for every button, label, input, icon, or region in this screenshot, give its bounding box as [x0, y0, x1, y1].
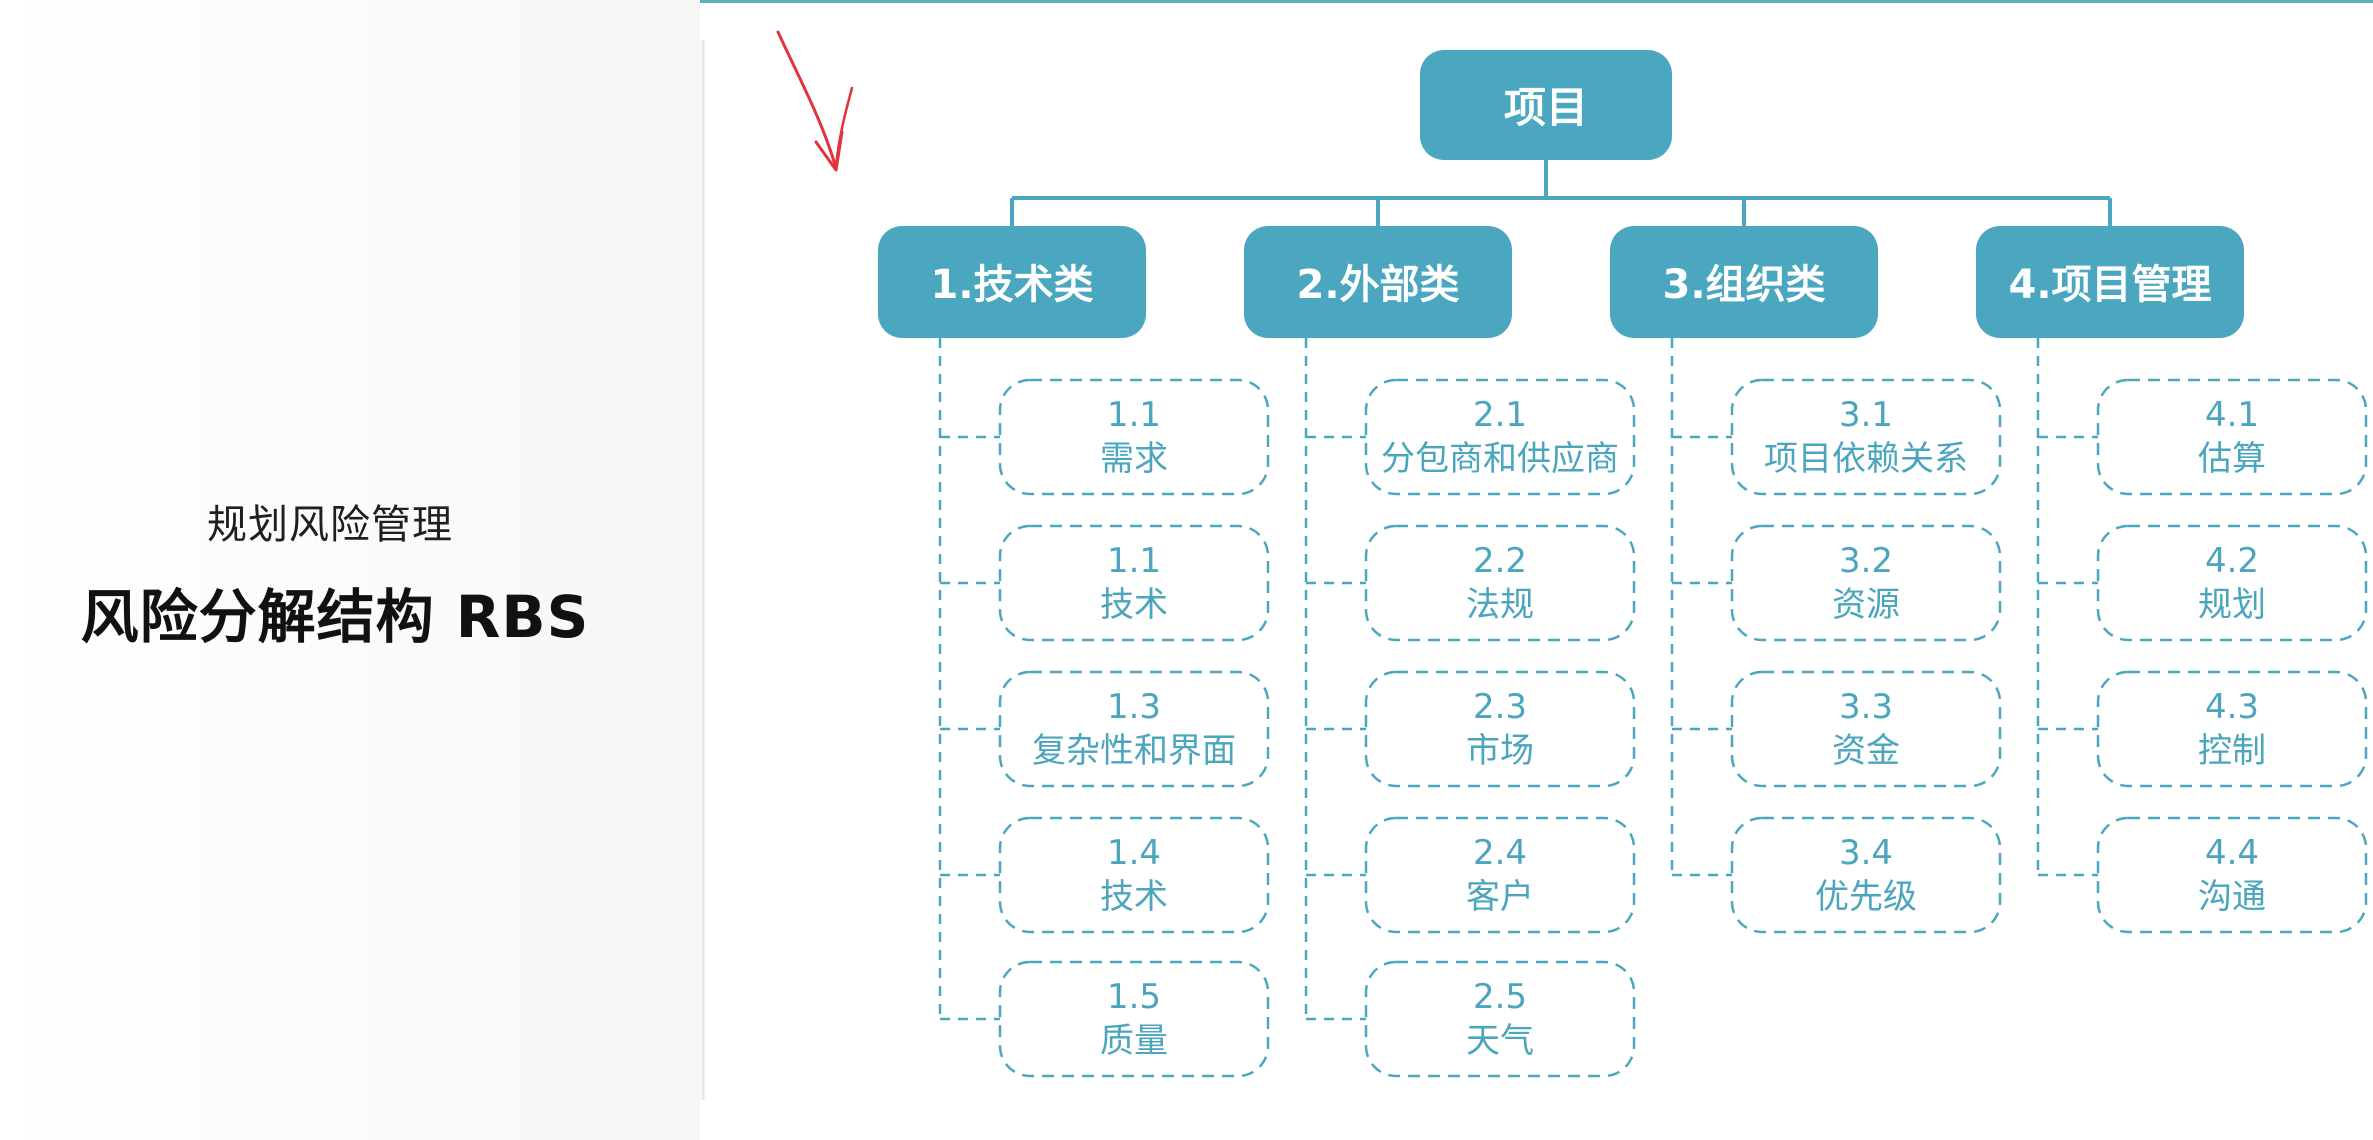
item-name: 技术 [1100, 877, 1168, 917]
item-name: 法规 [1466, 585, 1534, 625]
item-code: 2.1 [1473, 395, 1527, 435]
category-4: 4.项目管理 4.1估算 4.2规划 4.3控制 4.4沟通 [1976, 226, 2368, 934]
item-name: 资源 [1832, 585, 1900, 625]
item-code: 4.1 [2205, 395, 2259, 435]
item-name: 天气 [1466, 1021, 1534, 1061]
item-code: 4.3 [2205, 687, 2259, 727]
red-pen-arrow-annotation [776, 30, 854, 172]
item-code: 1.1 [1107, 395, 1161, 435]
risk-item: 3.3资金 [1672, 670, 2002, 788]
rbs-tree-diagram: 项目1.技术类1.1需求1.1技术1.3复杂性和界面1.4技术1.5质量2.外部… [776, 30, 2368, 1078]
category-3: 3.组织类 3.1项目依赖关系 3.2资源 3.3资金 3.4优先级 [1610, 226, 2002, 934]
item-code: 3.2 [1839, 541, 1893, 581]
risk-item: 3.1项目依赖关系 [1672, 378, 2002, 496]
risk-item: 4.1估算 [2038, 378, 2368, 496]
item-name: 控制 [2198, 731, 2266, 771]
item-name: 技术 [1100, 585, 1168, 625]
risk-item: 4.3控制 [2038, 670, 2368, 788]
item-name: 项目依赖关系 [1764, 439, 1968, 479]
root-connectors [1010, 160, 2112, 226]
category-1: 1.技术类1.1需求1.1技术1.3复杂性和界面1.4技术1.5质量 [878, 226, 1270, 1078]
item-name: 需求 [1100, 439, 1168, 479]
item-code: 4.4 [2205, 833, 2259, 873]
item-code: 2.4 [1473, 833, 1527, 873]
root-node-label: 项目 [1504, 83, 1588, 132]
item-code: 2.2 [1473, 541, 1527, 581]
item-code: 1.3 [1107, 687, 1161, 727]
root-node: 项目 [1420, 50, 1672, 160]
item-name: 沟通 [2198, 877, 2266, 917]
risk-item: 2.1分包商和供应商 [1306, 378, 1636, 496]
item-name: 规划 [2198, 585, 2266, 625]
risk-item: 2.5天气 [1306, 960, 1636, 1078]
item-code: 1.5 [1107, 977, 1161, 1017]
item-code: 3.4 [1839, 833, 1893, 873]
risk-item: 1.1需求 [940, 378, 1270, 496]
risk-item: 1.4技术 [940, 816, 1270, 934]
item-name: 估算 [2198, 439, 2266, 479]
item-name: 资金 [1832, 731, 1900, 771]
risk-item: 3.2资源 [1672, 524, 2002, 642]
risk-item: 3.4优先级 [1672, 816, 2002, 934]
category-label: 2.外部类 [1296, 262, 1459, 308]
item-code: 3.1 [1839, 395, 1893, 435]
item-name: 市场 [1466, 731, 1534, 771]
risk-item: 4.2规划 [2038, 524, 2368, 642]
category-2: 2.外部类 2.1分包商和供应商 2.2法规 2.3市场 2.4客户 2.5天气 [1244, 226, 1636, 1078]
item-code: 2.5 [1473, 977, 1527, 1017]
arrow-stroke-return [834, 86, 854, 170]
item-code: 1.4 [1107, 833, 1161, 873]
item-name: 客户 [1466, 877, 1534, 917]
risk-item: 2.2法规 [1306, 524, 1636, 642]
arrow-shaft [776, 30, 838, 170]
slide-canvas: 规划风险管理 风险分解结构 RBS 项目 1.技术类 1.1 需求 1.1 技术 1.3 复杂… [0, 0, 2373, 1140]
risk-item: 1.5质量 [940, 960, 1270, 1078]
category-label: 3.组织类 [1662, 262, 1825, 308]
risk-item: 2.4客户 [1306, 816, 1636, 934]
item-name: 复杂性和界面 [1032, 731, 1236, 771]
category-label: 4.项目管理 [2008, 262, 2211, 308]
item-code: 2.3 [1473, 687, 1527, 727]
item-name: 分包商和供应商 [1381, 439, 1619, 479]
item-name: 质量 [1100, 1021, 1168, 1061]
risk-item: 4.4沟通 [2038, 816, 2368, 934]
item-name: 优先级 [1815, 877, 1917, 917]
risk-item: 1.3复杂性和界面 [940, 670, 1270, 788]
item-code: 3.3 [1839, 687, 1893, 727]
risk-item: 2.3市场 [1306, 670, 1636, 788]
category-label: 1.技术类 [930, 262, 1093, 308]
risk-item: 1.1技术 [940, 524, 1270, 642]
item-code: 1.1 [1107, 541, 1161, 581]
item-code: 4.2 [2205, 541, 2259, 581]
